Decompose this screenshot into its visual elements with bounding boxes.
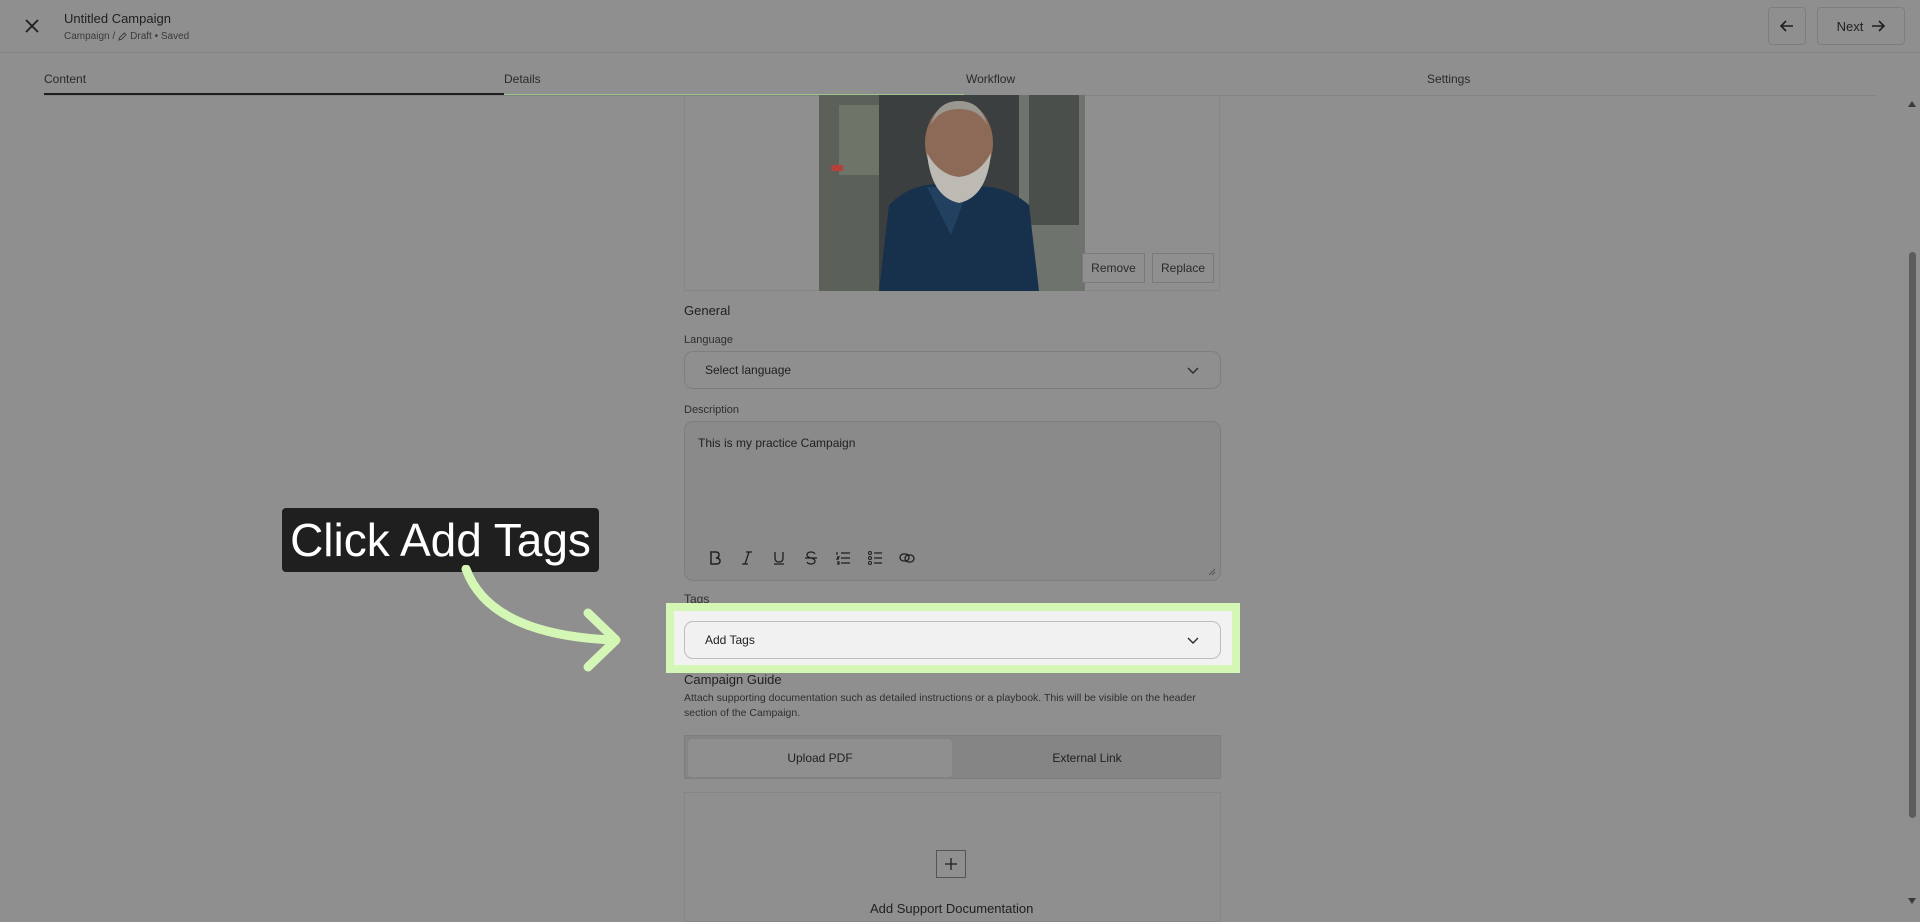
external-link-option[interactable]: External Link xyxy=(955,739,1219,777)
scroll-down-icon[interactable] xyxy=(1908,898,1916,904)
scrollbar-thumb[interactable] xyxy=(1909,252,1916,818)
chevron-down-icon xyxy=(1187,637,1199,644)
formatting-toolbar xyxy=(705,549,917,567)
general-heading: General xyxy=(684,303,731,318)
close-button[interactable] xyxy=(20,14,44,38)
add-tags-select[interactable]: Add Tags xyxy=(684,621,1221,659)
upload-pdf-option[interactable]: Upload PDF xyxy=(688,739,952,777)
tab-details[interactable]: Details xyxy=(504,53,964,95)
campaign-guide-heading: Campaign Guide xyxy=(684,672,782,687)
remove-image-button[interactable]: Remove xyxy=(1082,253,1145,283)
add-documentation-button[interactable] xyxy=(936,850,966,878)
add-documentation-label: Add Support Documentation xyxy=(870,901,1034,916)
description-label: Description xyxy=(684,404,740,416)
plus-icon xyxy=(945,858,957,870)
description-editor[interactable]: This is my practice Campaign xyxy=(684,421,1221,581)
back-button[interactable] xyxy=(1768,7,1806,45)
resize-handle-icon[interactable] xyxy=(1208,568,1216,576)
instruction-tooltip: Click Add Tags xyxy=(282,508,599,572)
close-icon xyxy=(25,19,39,33)
italic-icon xyxy=(742,551,752,565)
bullet-list-icon xyxy=(868,551,882,565)
bold-icon xyxy=(710,551,721,565)
next-button[interactable]: Next xyxy=(1817,7,1905,45)
ordered-list-icon xyxy=(836,552,850,565)
guide-source-toggle: Upload PDF External Link xyxy=(684,735,1221,779)
pointer-arrow-icon xyxy=(461,565,621,672)
replace-image-button[interactable]: Replace xyxy=(1152,253,1214,283)
strikethrough-icon xyxy=(805,551,817,565)
italic-button[interactable] xyxy=(737,549,757,567)
step-tabs: Content Details Workflow Settings xyxy=(44,53,1876,96)
pencil-icon xyxy=(118,32,127,41)
arrow-left-icon xyxy=(1780,20,1793,32)
link-icon xyxy=(899,553,915,563)
breadcrumb-campaign[interactable]: Campaign / xyxy=(64,31,115,42)
language-select[interactable]: Select language xyxy=(684,351,1221,389)
language-label: Language xyxy=(684,334,733,346)
chevron-down-icon xyxy=(1187,367,1199,374)
campaign-title: Untitled Campaign xyxy=(64,11,171,26)
next-label: Next xyxy=(1836,18,1864,34)
tab-content[interactable]: Content xyxy=(44,53,504,95)
bullet-list-button[interactable] xyxy=(865,549,885,567)
underline-button[interactable] xyxy=(769,549,789,567)
save-status: Draft • Saved xyxy=(130,31,190,42)
cover-image xyxy=(819,95,1085,291)
scroll-up-icon[interactable] xyxy=(1908,101,1916,107)
description-text[interactable]: This is my practice Campaign xyxy=(698,436,855,450)
add-tags-placeholder: Add Tags xyxy=(705,633,755,647)
language-select-value: Select language xyxy=(705,363,792,377)
tab-workflow[interactable]: Workflow xyxy=(966,53,1426,95)
strikethrough-button[interactable] xyxy=(801,549,821,567)
bold-button[interactable] xyxy=(705,549,725,567)
top-bar: Untitled Campaign Campaign / Draft • Sav… xyxy=(0,0,1920,53)
arrow-right-icon xyxy=(1872,20,1886,32)
tab-settings[interactable]: Settings xyxy=(1427,53,1887,95)
breadcrumb: Campaign / Draft • Saved xyxy=(64,31,189,42)
link-button[interactable] xyxy=(897,549,917,567)
ordered-list-button[interactable] xyxy=(833,549,853,567)
campaign-guide-description: Attach supporting documentation such as … xyxy=(684,692,1196,719)
underline-icon xyxy=(774,552,784,565)
